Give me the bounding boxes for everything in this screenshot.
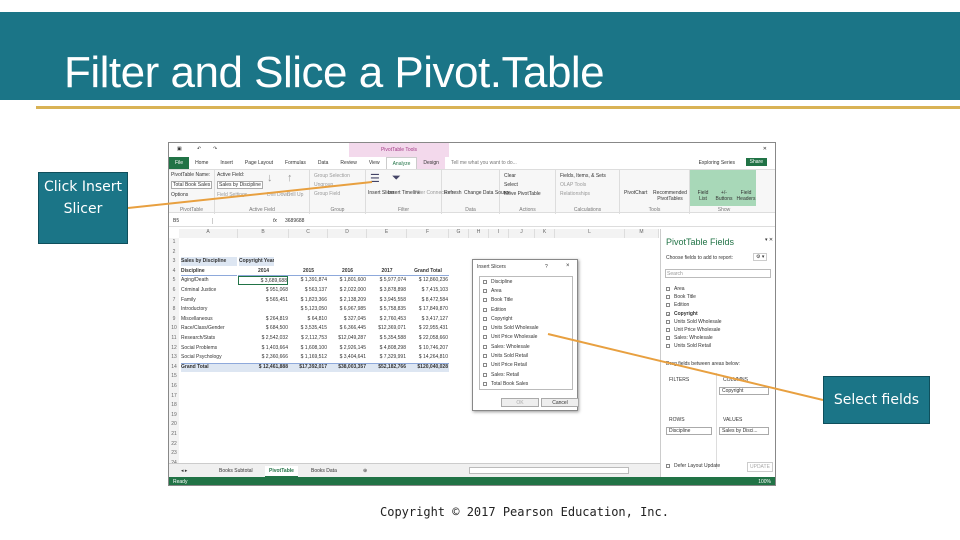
callout-insert-slicer: Click Insert Slicer xyxy=(38,172,128,244)
copyright: Copyright © 2017 Pearson Education, Inc. xyxy=(380,505,669,519)
arrow-to-insert-slicer xyxy=(127,181,373,209)
callout-select-fields: Select fields xyxy=(823,376,930,424)
arrow-to-slicer-fields xyxy=(547,333,824,401)
callout-arrows xyxy=(127,181,824,401)
